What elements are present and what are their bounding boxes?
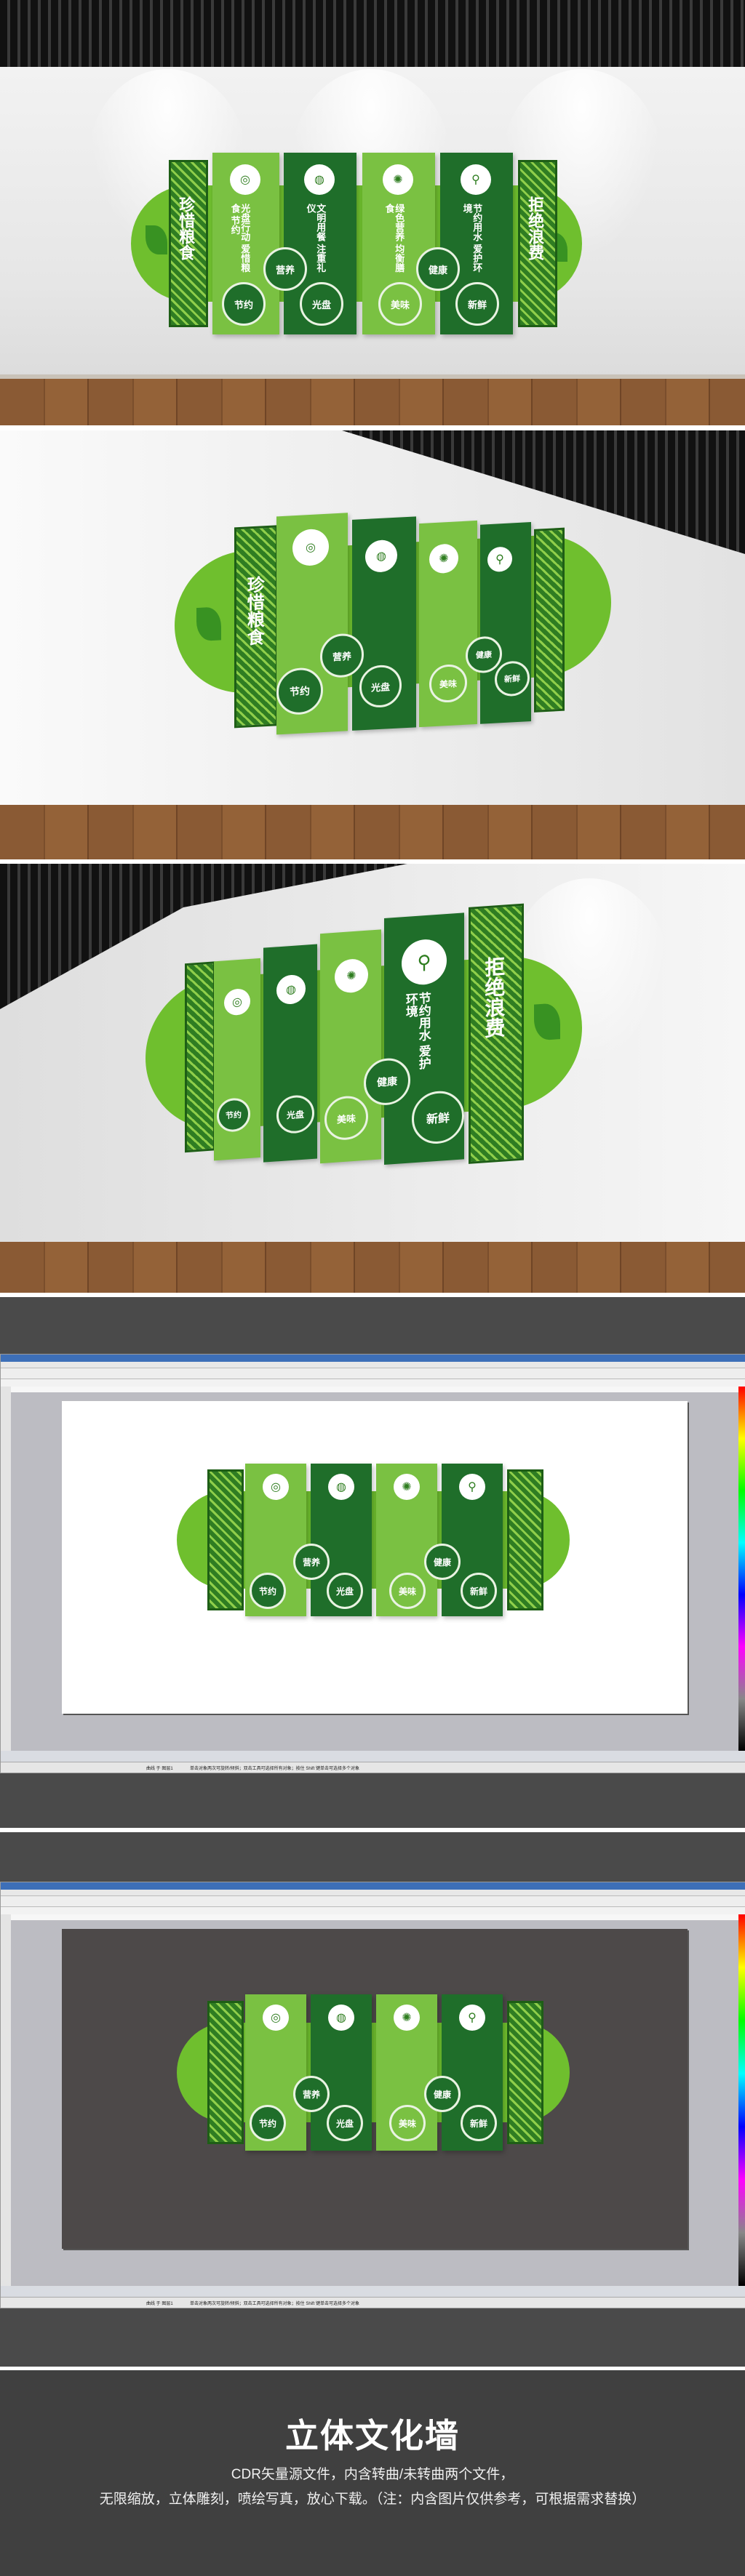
software-section-1: ◎ ◍ ✺ ⚲ 节约 营养 光盘 美味 健康 新鲜 曲线 于 图层1 单击对象两… xyxy=(0,1297,745,1828)
disc-delicious: 美味 xyxy=(378,282,422,326)
disc-delicious: 美味 xyxy=(389,2105,426,2141)
culture-wall-design: ◎ ◍ ✺ ⚲ 节约 营养 光盘 美味 健康 新鲜 xyxy=(177,1464,570,1616)
faucet-icon: ⚲ xyxy=(461,164,491,195)
software-section-2: ◎ ◍ ✺ ⚲ 节约 营养 光盘 美味 健康 新鲜 曲线 于 图层1 单击对象两… xyxy=(0,1832,745,2367)
dish-icon: ◍ xyxy=(328,1474,354,1500)
faucet-icon: ⚲ xyxy=(459,1474,485,1500)
rice-bowl-icon: ◎ xyxy=(230,164,260,195)
disc-nutrition: 营养 xyxy=(263,247,307,291)
menu-bar xyxy=(1,1362,745,1368)
mockup-scene-1: 珍惜粮食 拒绝浪费 ◎ ◍ ✺ ⚲ 光盘行动 爱惜粮食 节约 文明用餐 注重礼仪… xyxy=(0,0,745,425)
lattice-screen-right xyxy=(534,527,565,713)
disc-economize: 节约 xyxy=(250,1573,286,1609)
mockup-scene-3: 拒绝浪费 ⚲ ✺ ◍ ◎ 节约用水 爱护环境 节约 光盘 美味 健康 新鲜 xyxy=(0,864,745,1293)
lattice-screen-right xyxy=(507,1469,543,1610)
menu-bar xyxy=(1,1890,745,1896)
panel-text-4: 节约用水 爱护环境 xyxy=(461,204,483,273)
status-bar: 曲线 于 图层1 单击对象两次可旋转/倾斜；双击工具可选择所有对象；按住 Shi… xyxy=(1,2297,745,2308)
culture-wall: 珍惜粮食 拒绝浪费 ◎ ◍ ✺ ⚲ 光盘行动 爱惜粮食 节约 文明用餐 注重礼仪… xyxy=(131,153,582,334)
toolbox xyxy=(1,1914,12,2286)
canvas-area: ◎ ◍ ✺ ⚲ 节约 营养 光盘 美味 健康 新鲜 xyxy=(11,1920,738,2286)
disc-fresh: 新鲜 xyxy=(461,2105,497,2141)
coreldraw-window: ◎ ◍ ✺ ⚲ 节约 营养 光盘 美味 健康 新鲜 曲线 于 图层1 单击对象两… xyxy=(0,1354,745,1773)
coreldraw-window: ◎ ◍ ✺ ⚲ 节约 营养 光盘 美味 健康 新鲜 曲线 于 图层1 单击对象两… xyxy=(0,1882,745,2308)
document-page: ◎ ◍ ✺ ⚲ 节约 营养 光盘 美味 健康 新鲜 xyxy=(62,1929,688,2249)
panel-text-4: 节约用水 爱护环境 xyxy=(403,991,431,1070)
disc-delicious: 美味 xyxy=(389,1573,426,1609)
disc-fresh: 新鲜 xyxy=(455,282,499,326)
title-bar xyxy=(1,1882,745,1890)
rice-bowl-icon: ◎ xyxy=(263,1474,289,1500)
disc-health: 健康 xyxy=(424,2076,461,2112)
footer-line-2: 无限缩放，立体雕刻，喷绘写真，放心下载。（注：内含图片仅供参考，可根据需求替换） xyxy=(99,2492,646,2507)
toolbox xyxy=(1,1387,12,1751)
faucet-icon: ⚲ xyxy=(459,2005,485,2031)
status-hint: 单击对象两次可旋转/倾斜；双击工具可选择所有对象；按住 Shift 键单击可选择… xyxy=(190,1767,360,1771)
dish-icon: ◍ xyxy=(304,164,335,195)
disc-nutrition: 营养 xyxy=(293,2076,330,2112)
wood-floor xyxy=(0,379,745,425)
disc-economize: 节约 xyxy=(250,2105,286,2141)
lattice-screen-left xyxy=(185,961,215,1152)
rice-bowl-icon: ◎ xyxy=(263,2005,289,2031)
title-bar xyxy=(1,1355,745,1362)
wood-floor xyxy=(0,805,745,859)
disc-economize: 节约 xyxy=(222,282,266,326)
wood-floor xyxy=(0,1242,745,1293)
dish-icon: ◍ xyxy=(328,2005,354,2031)
slogan-left: 珍惜粮食 xyxy=(177,196,196,260)
status-text: 曲线 于 图层1 xyxy=(146,1767,173,1771)
plate-icon: ✺ xyxy=(394,2005,420,2031)
panel-text-3: 绿色营养 均衡膳食 xyxy=(383,204,405,273)
color-palette xyxy=(738,1914,745,2286)
toolbar xyxy=(1,1896,745,1907)
ceiling-grille xyxy=(0,0,745,67)
slogan-right: 拒绝浪费 xyxy=(526,196,545,260)
toolbar xyxy=(1,1368,745,1379)
status-bar: 曲线 于 图层1 单击对象两次可旋转/倾斜；双击工具可选择所有对象；按住 Shi… xyxy=(1,1762,745,1773)
disc-clean-plate: 光盘 xyxy=(327,1573,363,1609)
disc-health: 健康 xyxy=(416,247,460,291)
canvas-area: ◎ ◍ ✺ ⚲ 节约 营养 光盘 美味 健康 新鲜 xyxy=(11,1392,738,1751)
plate-icon: ✺ xyxy=(383,164,413,195)
plate-icon: ✺ xyxy=(394,1474,420,1500)
lattice-screen-left xyxy=(207,1469,244,1610)
lattice-screen-left xyxy=(207,2000,244,2145)
panel-text-2: 文明用餐 注重礼仪 xyxy=(305,204,327,273)
panel-text-1: 光盘行动 爱惜粮食 节约 xyxy=(229,204,251,273)
color-palette xyxy=(738,1387,745,1751)
status-text: 曲线 于 图层1 xyxy=(146,2302,173,2306)
slogan-right: 拒绝浪费 xyxy=(482,955,506,1039)
mockup-scene-2: 珍惜粮食 ◎ ◍ ✺ ⚲ 节约 营养 光盘 美味 健康 新鲜 xyxy=(0,430,745,859)
disc-clean-plate: 光盘 xyxy=(327,2105,363,2141)
culture-wall-design: ◎ ◍ ✺ ⚲ 节约 营养 光盘 美味 健康 新鲜 xyxy=(177,1994,570,2151)
disc-clean-plate: 光盘 xyxy=(300,282,343,326)
status-hint: 单击对象两次可旋转/倾斜；双击工具可选择所有对象；按住 Shift 键单击可选择… xyxy=(190,2302,360,2306)
disc-fresh: 新鲜 xyxy=(461,1573,497,1609)
culture-wall: 拒绝浪费 ⚲ ✺ ◍ ◎ 节约用水 爱护环境 节约 光盘 美味 健康 新鲜 xyxy=(146,899,582,1192)
disc-health: 健康 xyxy=(424,1544,461,1580)
culture-wall: 珍惜粮食 ◎ ◍ ✺ ⚲ 节约 营养 光盘 美味 健康 新鲜 xyxy=(175,499,611,739)
lattice-screen-right xyxy=(507,2000,543,2145)
footer-title: 立体文化墙 xyxy=(285,2417,460,2455)
slogan-left: 珍惜粮食 xyxy=(244,575,264,646)
document-page: ◎ ◍ ✺ ⚲ 节约 营养 光盘 美味 健康 新鲜 xyxy=(62,1401,688,1714)
footer-line-1: CDR矢量源文件，内含转曲/未转曲两个文件， xyxy=(231,2467,514,2482)
disc-nutrition: 营养 xyxy=(293,1544,330,1580)
footer-banner: 立体文化墙 CDR矢量源文件，内含转曲/未转曲两个文件， 无限缩放，立体雕刻，喷… xyxy=(0,2370,745,2576)
